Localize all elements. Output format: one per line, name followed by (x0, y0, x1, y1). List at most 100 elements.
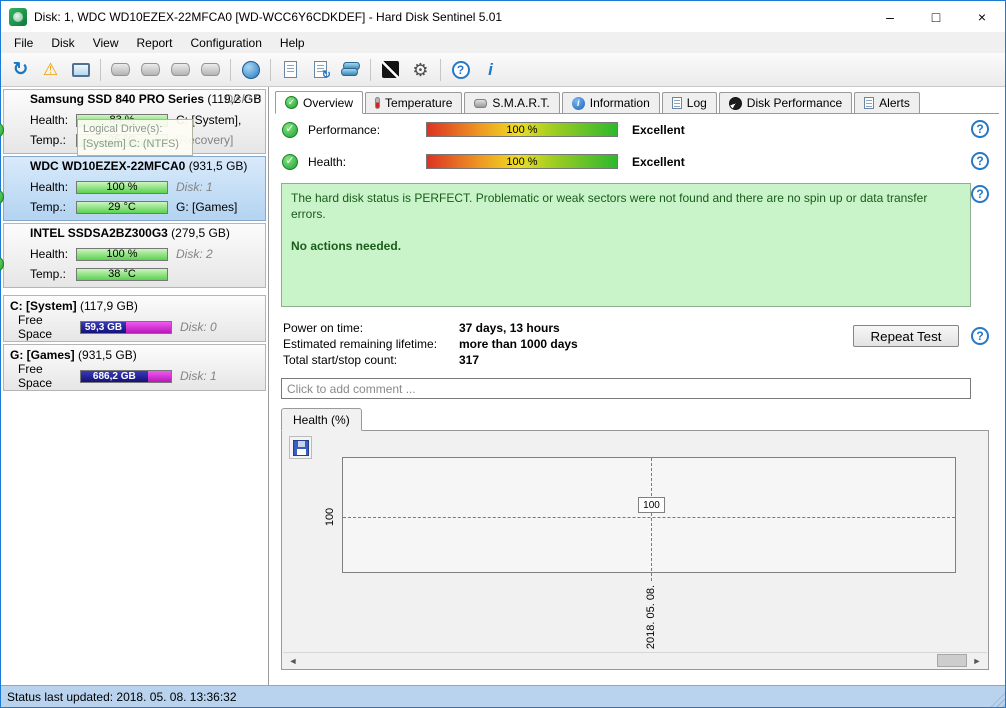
alerts-warning-button[interactable]: ⚠ (36, 56, 65, 84)
settings-button[interactable]: ⚙ (406, 56, 435, 84)
main-area: Disk: 0 Samsung SSD 840 PRO Series (119,… (0, 87, 1005, 685)
tab-log[interactable]: Log (661, 92, 717, 113)
help-icon[interactable]: ? (971, 120, 989, 138)
disk-search-icon (201, 63, 220, 76)
free-space-label: Free Space (18, 362, 53, 390)
health-ok-icon: ✓ (0, 189, 4, 205)
tab-label: Temperature (385, 96, 453, 110)
x-axis-date-label: 2018. 05. 08. (645, 584, 657, 650)
window-title: Disk: 1, WDC WD10EZEX-22MFCA0 [WD-WCC6Y6… (34, 9, 503, 24)
tab-temperature[interactable]: Temperature (365, 92, 463, 113)
disk-number-label: Disk: 1 (176, 180, 213, 194)
menu-disk[interactable]: Disk (42, 34, 83, 52)
menu-report[interactable]: Report (127, 34, 181, 52)
disk-name: Samsung SSD 840 PRO Series (30, 92, 205, 106)
online-button[interactable] (236, 56, 265, 84)
disk-item-intel[interactable]: INTEL SSDSA2BZ300G3 (279,5 GB) ✓ Health:… (0, 223, 266, 288)
content-panel: ✓ Overview Temperature S.M.A.R.T. i Inform… (269, 87, 1005, 685)
disk-item-wdc-selected[interactable]: WDC WD10EZEX-22MFCA0 (931,5 GB) ✓ Health… (0, 156, 266, 221)
report-monitor-button[interactable] (66, 56, 95, 84)
ok-check-icon: ✓ (282, 153, 298, 170)
help-button[interactable]: ? (446, 56, 475, 84)
refresh-overlay-icon: ↻ (321, 69, 331, 81)
performance-settings-button[interactable] (376, 56, 405, 84)
chart-tab-health[interactable]: Health (%) (281, 408, 362, 431)
help-icon[interactable]: ? (971, 152, 989, 170)
slider-icon (382, 61, 399, 78)
disk-size: (931,5 GB) (188, 159, 248, 173)
tab-label: Log (686, 96, 707, 110)
disk-tool-button-2[interactable] (136, 56, 165, 84)
volume-item-c[interactable]: C: [System] (117,9 GB) Free Space 59,3 G… (3, 295, 266, 342)
free-space-bar: 686,2 GB (80, 369, 172, 383)
health-value: 100 % (106, 181, 138, 193)
comment-input[interactable] (281, 378, 971, 399)
monitor-icon (71, 62, 90, 77)
free-space-row: Free Space 686,2 GB Disk: 1 (8, 362, 261, 390)
stat-value: 37 days, 13 hours (459, 321, 560, 335)
help-icon[interactable]: ? (971, 327, 989, 345)
stat-row: Power on time: 37 days, 13 hours (283, 320, 578, 336)
page-icon (671, 97, 682, 109)
disk-tool-button-1[interactable] (106, 56, 135, 84)
free-space-value: 686,2 GB (92, 370, 136, 382)
disk-size: (279,5 GB) (171, 226, 230, 240)
menu-view[interactable]: View (84, 34, 128, 52)
free-space-bar: 59,3 GB (80, 320, 172, 334)
document-refresh-icon: ↻ (314, 61, 331, 81)
health-label: Health: (30, 113, 69, 127)
chart-plot-area (342, 457, 956, 573)
temp-bar: 38 °C (76, 267, 168, 281)
free-space-label: Free Space (18, 313, 53, 341)
tab-label: S.M.A.R.T. (492, 96, 550, 110)
disk-tool-button-3[interactable] (166, 56, 195, 84)
tooltip-line: Logical Drive(s): (83, 123, 163, 135)
menu-file[interactable]: File (5, 34, 42, 52)
scroll-right-arrow[interactable]: ► (969, 653, 985, 668)
tab-alerts[interactable]: Alerts (854, 92, 920, 113)
save-chart-button[interactable] (289, 436, 312, 459)
minimize-button[interactable]: – (867, 1, 913, 32)
maximize-button[interactable]: □ (913, 1, 959, 32)
used-space-segment (126, 321, 171, 333)
scroll-left-arrow[interactable]: ◄ (285, 653, 301, 668)
gear-icon: ⚙ (412, 59, 429, 80)
tabbar: ✓ Overview Temperature S.M.A.R.T. i Inform… (275, 91, 999, 114)
tab-disk-performance[interactable]: Disk Performance (718, 92, 853, 113)
temp-row: Temp.: 29 °C G: [Games] (30, 198, 261, 216)
health-label: Health: (308, 154, 347, 169)
menu-help[interactable]: Help (271, 34, 314, 52)
temp-label: Temp.: (30, 133, 67, 147)
chart-horizontal-scrollbar[interactable]: ◄ ► (283, 652, 987, 668)
info-button[interactable]: i (476, 56, 505, 84)
tab-smart[interactable]: S.M.A.R.T. (464, 92, 560, 113)
tab-information[interactable]: i Information (561, 92, 660, 113)
repeat-test-button[interactable]: Repeat Test (853, 325, 959, 347)
close-button[interactable]: × (959, 1, 1005, 32)
tab-overview[interactable]: ✓ Overview (275, 91, 364, 114)
refresh-report-button[interactable]: ↻ (306, 56, 335, 84)
volume-item-g[interactable]: G: [Games] (931,5 GB) Free Space 686,2 G… (3, 344, 266, 391)
stat-row: Total start/stop count: 317 (283, 352, 578, 368)
disk-header: INTEL SSDSA2BZ300G3 (279,5 GB) (8, 226, 261, 243)
health-bar: 100 % (76, 247, 168, 261)
menu-configuration[interactable]: Configuration (182, 34, 271, 52)
health-bar: 100 % (426, 154, 618, 169)
y-axis-tick-label: 100 (324, 507, 336, 527)
warning-icon: ⚠ (42, 60, 59, 79)
chart-gridline-vertical (651, 458, 652, 581)
toolbar-separator (100, 58, 101, 81)
health-rating: Excellent (632, 154, 685, 169)
stat-value: 317 (459, 353, 480, 367)
refresh-button[interactable]: ↻ (6, 56, 35, 84)
disk-number-label: Disk: 2 (176, 247, 213, 261)
page-icon (864, 97, 875, 109)
report-document-button[interactable] (276, 56, 305, 84)
resize-grip[interactable] (990, 692, 1005, 707)
help-icon[interactable]: ? (971, 185, 989, 203)
disk-stack-button[interactable] (336, 56, 365, 84)
performance-value: 100 % (506, 123, 538, 136)
disk-tool-button-4[interactable] (196, 56, 225, 84)
scrollbar-thumb[interactable] (937, 654, 967, 667)
gauge-icon (728, 96, 742, 110)
